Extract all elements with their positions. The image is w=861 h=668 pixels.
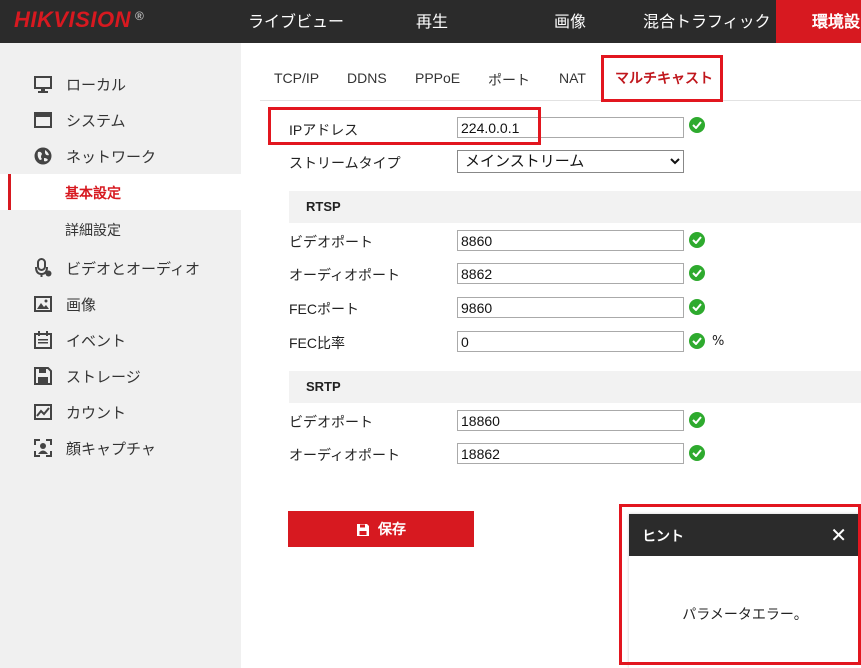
highlight-box-ip-address: [268, 107, 541, 145]
fec-ratio-input[interactable]: [457, 331, 684, 352]
sidebar-item-label: 顔キャプチャ: [66, 440, 156, 458]
nav-playback[interactable]: 再生: [416, 0, 448, 43]
nav-configuration[interactable]: 環境設: [776, 0, 861, 43]
save-icon: [357, 524, 369, 536]
srtp-section-title: SRTP: [306, 379, 341, 394]
sidebar-item-label: ビデオとオーディオ: [66, 260, 200, 278]
srtp-audio-port-label: オーディオポート: [289, 447, 401, 463]
fec-port-ok-icon: [689, 299, 705, 315]
sidebar-item-image[interactable]: 画像: [0, 285, 241, 321]
sidebar-item-label: 詳細設定: [65, 223, 121, 239]
srtp-section-header: SRTP: [289, 371, 861, 403]
sidebar-item-face-capture[interactable]: 顔キャプチャ: [0, 429, 241, 465]
srtp-audio-port-ok-icon: [689, 445, 705, 461]
sidebar-item-basic-settings[interactable]: 基本設定: [0, 174, 241, 210]
system-window-icon: [34, 112, 52, 128]
sidebar-item-event[interactable]: イベント: [0, 321, 241, 357]
stream-type-select[interactable]: メインストリーム: [457, 150, 684, 173]
save-button[interactable]: 保存: [288, 511, 474, 547]
rtsp-audio-port-label: オーディオポート: [289, 267, 401, 283]
rtsp-section-title: RTSP: [306, 199, 341, 214]
globe-icon: [34, 147, 52, 165]
fec-ratio-label: FEC比率: [289, 335, 345, 351]
face-capture-icon: [34, 439, 52, 457]
sidebar: ローカル システム ネットワーク 基本設定 詳細設定 ビデオとオーディオ 画像 …: [0, 43, 241, 668]
nav-live-view[interactable]: ライブビュー: [248, 0, 344, 43]
srtp-video-port-label: ビデオポート: [289, 414, 373, 430]
sidebar-item-advanced-settings[interactable]: 詳細設定: [0, 211, 241, 247]
srtp-video-port-ok-icon: [689, 412, 705, 428]
tab-port[interactable]: ポート: [488, 70, 530, 90]
image-icon: [34, 296, 52, 312]
fec-ratio-ok-icon: [689, 333, 705, 349]
tab-pppoe[interactable]: PPPoE: [415, 70, 460, 86]
ip-address-ok-icon: [689, 117, 705, 133]
fec-ratio-unit: %: [712, 334, 725, 349]
sidebar-item-storage[interactable]: ストレージ: [0, 357, 241, 393]
sidebar-item-local[interactable]: ローカル: [0, 65, 241, 101]
nav-mixed-traffic[interactable]: 混合トラフィック: [643, 0, 771, 43]
sidebar-item-label: 基本設定: [65, 186, 121, 202]
top-navigation-bar: HIKVISION ® ライブビュー 再生 画像 混合トラフィック 環境設: [0, 0, 861, 43]
microphone-icon: [35, 258, 52, 277]
tab-tcpip[interactable]: TCP/IP: [274, 70, 319, 86]
monitor-icon: [34, 76, 52, 93]
tab-bar: TCP/IP DDNS PPPoE ポート NAT マルチキャスト: [260, 56, 861, 101]
sidebar-item-label: ストレージ: [66, 368, 141, 386]
tab-nat[interactable]: NAT: [559, 70, 586, 86]
calendar-icon: [34, 331, 52, 349]
fec-port-label: FECポート: [289, 301, 359, 317]
sidebar-item-label: システム: [66, 112, 126, 130]
save-button-label: 保存: [378, 522, 406, 538]
rtsp-audio-port-ok-icon: [689, 265, 705, 281]
sidebar-item-label: ネットワーク: [66, 148, 157, 166]
sidebar-item-label: カウント: [66, 404, 127, 422]
stream-type-label: ストリームタイプ: [289, 155, 401, 171]
srtp-video-port-input[interactable]: [457, 410, 684, 431]
rtsp-audio-port-input[interactable]: [457, 263, 684, 284]
sidebar-item-count[interactable]: カウント: [0, 393, 241, 429]
rtsp-video-port-input[interactable]: [457, 230, 684, 251]
chart-icon: [34, 404, 52, 420]
sidebar-item-system[interactable]: システム: [0, 101, 241, 137]
nav-image[interactable]: 画像: [554, 0, 586, 43]
sidebar-item-label: イベント: [66, 332, 127, 350]
floppy-icon: [34, 367, 52, 385]
highlight-box-multicast-tab: [601, 55, 723, 102]
tab-ddns[interactable]: DDNS: [347, 70, 387, 86]
sidebar-item-network[interactable]: ネットワーク: [0, 137, 241, 173]
sidebar-item-label: 画像: [66, 296, 97, 314]
highlight-box-hint-dialog: [619, 504, 861, 665]
fec-port-input[interactable]: [457, 297, 684, 318]
sidebar-item-video-audio[interactable]: ビデオとオーディオ: [0, 249, 241, 285]
hikvision-logo: HIKVISION ®: [14, 7, 145, 32]
rtsp-video-port-label: ビデオポート: [289, 234, 373, 250]
sidebar-item-label: ローカル: [66, 76, 127, 94]
rtsp-section-header: RTSP: [289, 191, 861, 223]
rtsp-video-port-ok-icon: [689, 232, 705, 248]
srtp-audio-port-input[interactable]: [457, 443, 684, 464]
